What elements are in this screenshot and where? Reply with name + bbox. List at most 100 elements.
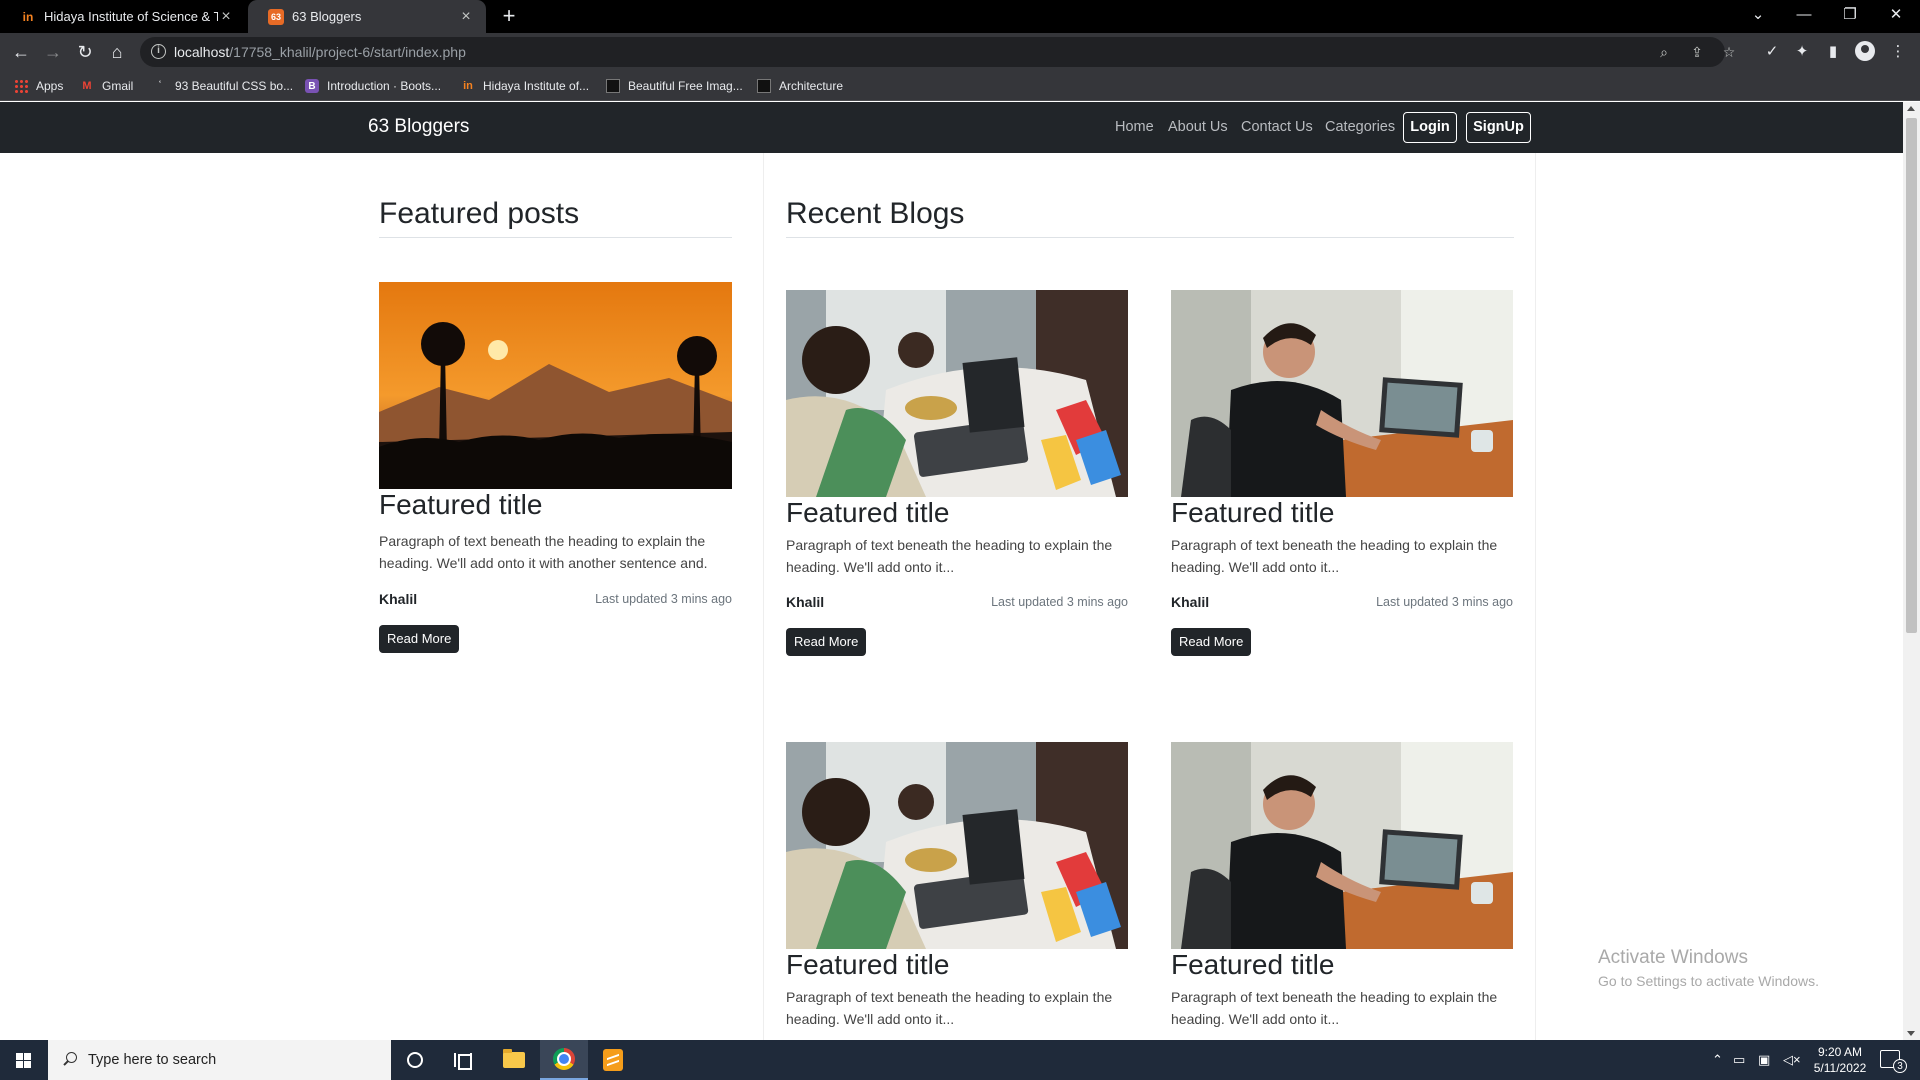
file-explorer-icon[interactable] — [490, 1040, 538, 1080]
browser-tab-strip: in Hidaya Institute of Science & Tec × 6… — [0, 0, 1920, 33]
browser-tab-hidaya[interactable]: in Hidaya Institute of Science & Tec × — [0, 0, 246, 33]
scrollbar-thumb[interactable] — [1906, 118, 1917, 633]
bookmark-hidaya[interactable]: in Hidaya Institute of... — [461, 77, 589, 95]
recent-post-author: Khalil — [1171, 594, 1210, 610]
extensions-puzzle-icon[interactable]: ✦ — [1792, 42, 1812, 62]
home-icon[interactable]: ⌂ — [105, 40, 129, 64]
forward-icon[interactable]: → — [41, 40, 65, 64]
featured-read-more-button[interactable]: Read More — [379, 625, 460, 653]
cortana-icon[interactable] — [391, 1040, 439, 1080]
nav-home[interactable]: Home — [1115, 119, 1154, 135]
display-icon[interactable]: ▣ — [1758, 1052, 1770, 1068]
recent-post-title[interactable]: Featured title — [786, 949, 949, 981]
bootstrap-icon: B — [305, 79, 319, 93]
back-icon[interactable]: ← — [9, 40, 33, 64]
recent-post-title[interactable]: Featured title — [1171, 497, 1334, 529]
site-brand[interactable]: 63 Bloggers — [368, 116, 469, 138]
bootstrap-icon: 63 — [268, 8, 284, 25]
recent-post-title[interactable]: Featured title — [1171, 949, 1334, 981]
recent-post-title[interactable]: Featured title — [786, 497, 949, 529]
tab-search-icon[interactable]: ⌄ — [1735, 0, 1781, 33]
bookmark-free-images[interactable]: Beautiful Free Imag... — [606, 77, 743, 95]
share-icon[interactable]: ⇪ — [1688, 43, 1706, 61]
site-info-icon[interactable]: i — [151, 44, 166, 59]
recent-post-updated: Last updated 3 mins ago — [1376, 595, 1513, 609]
bookmark-apps[interactable]: Apps — [14, 77, 63, 95]
man-laptop-photo — [1171, 742, 1513, 949]
man-laptop-photo — [1171, 290, 1513, 497]
search-placeholder: Type here to search — [88, 1052, 217, 1068]
close-window-button[interactable]: ✕ — [1873, 0, 1919, 33]
url-text[interactable]: localhost/17758_khalil/project-6/start/i… — [174, 44, 466, 60]
scroll-down-icon[interactable] — [1907, 1031, 1915, 1036]
column-divider — [1535, 153, 1536, 1040]
browser-tab-bloggers[interactable]: 63 63 Bloggers × — [248, 0, 486, 33]
site-navbar: 63 Bloggers Home About Us Contact Us Cat… — [0, 102, 1903, 153]
page-content: Featured posts Featured title Paragraph … — [0, 153, 1903, 1040]
recent-read-more-button[interactable]: Read More — [1171, 628, 1252, 656]
address-bar[interactable]: i localhost/17758_khalil/project-6/start… — [140, 37, 1735, 67]
column-divider — [763, 153, 764, 1040]
recent-post-text: Paragraph of text beneath the heading to… — [1171, 537, 1498, 575]
volume-muted-icon[interactable]: ◁× — [1783, 1052, 1801, 1068]
side-panel-icon[interactable]: ▮ — [1823, 42, 1843, 62]
chrome-taskbar-icon[interactable] — [540, 1040, 588, 1080]
nav-about-us[interactable]: About Us — [1168, 119, 1228, 135]
bookmark-star-icon[interactable]: ☆ — [1720, 43, 1738, 61]
task-view-icon[interactable] — [439, 1040, 487, 1080]
close-tab-icon[interactable]: × — [218, 8, 234, 26]
zoom-icon[interactable]: ⌕ — [1655, 43, 1673, 61]
recent-post-text: Paragraph of text beneath the heading to… — [1171, 989, 1498, 1027]
signup-button[interactable]: SignUp — [1466, 112, 1531, 143]
search-icon — [62, 1052, 78, 1068]
featured-post-updated: Last updated 3 mins ago — [595, 592, 732, 606]
taskbar-clock[interactable]: 9:20 AM 5/11/2022 — [1805, 1044, 1875, 1076]
hidaya-icon: in — [463, 80, 473, 92]
windows-taskbar: Type here to search ⌃ ▭ ▣ ◁× 9:20 AM 5/1… — [0, 1040, 1920, 1080]
reload-icon[interactable]: ↻ — [73, 40, 97, 64]
activate-windows-watermark: Activate Windows Go to Settings to activ… — [1598, 947, 1819, 989]
scroll-up-icon[interactable] — [1907, 106, 1915, 111]
hidaya-icon: in — [22, 9, 34, 24]
watermark-title: Activate Windows — [1598, 947, 1748, 968]
architecture-site-icon — [757, 79, 771, 93]
notification-count-badge: 3 — [1893, 1059, 1907, 1073]
nav-contact-us[interactable]: Contact Us — [1241, 119, 1313, 135]
network-icon[interactable]: ▭ — [1733, 1052, 1745, 1068]
recent-post-updated: Last updated 3 mins ago — [991, 595, 1128, 609]
profile-avatar-icon[interactable] — [1855, 41, 1875, 61]
heading-rule — [786, 237, 1514, 238]
close-tab-icon[interactable]: × — [458, 8, 474, 26]
tab-title: Hidaya Institute of Science & Tec — [44, 9, 218, 24]
sublime-text-icon[interactable] — [589, 1040, 637, 1080]
menu-kebab-icon[interactable]: ⋮ — [1888, 42, 1908, 62]
featured-post-title[interactable]: Featured title — [379, 489, 542, 521]
recent-blogs-heading: Recent Blogs — [786, 197, 965, 230]
nav-categories[interactable]: Categories — [1325, 119, 1395, 135]
tray-overflow-icon[interactable]: ⌃ — [1712, 1052, 1723, 1068]
featured-posts-heading: Featured posts — [379, 197, 580, 230]
css-site-icon: ʿ — [158, 80, 162, 92]
featured-post-text: Paragraph of text beneath the heading to… — [379, 533, 708, 571]
login-button[interactable]: Login — [1403, 112, 1457, 143]
taskbar-search-input[interactable]: Type here to search — [48, 1040, 391, 1080]
page-scrollbar[interactable] — [1903, 102, 1920, 1040]
minimize-button[interactable]: — — [1781, 0, 1827, 33]
recent-post-text: Paragraph of text beneath the heading to… — [786, 989, 1113, 1027]
bookmark-bootstrap[interactable]: B Introduction · Boots... — [305, 77, 441, 95]
windows-start-icon[interactable] — [0, 1040, 48, 1080]
gmail-icon: M — [82, 80, 92, 92]
extension-download-icon[interactable]: ✓ — [1762, 42, 1782, 62]
sunset-photo — [379, 282, 732, 489]
bookmark-css[interactable]: ʿ 93 Beautiful CSS bo... — [153, 77, 293, 95]
restore-button[interactable]: ❐ — [1827, 0, 1873, 33]
heading-rule — [379, 237, 732, 238]
new-tab-button[interactable]: + — [497, 5, 521, 29]
featured-post-author: Khalil — [379, 591, 418, 607]
image-site-icon — [606, 79, 620, 93]
bookmark-architecture[interactable]: Architecture — [757, 77, 843, 95]
bookmark-gmail[interactable]: M Gmail — [80, 77, 133, 95]
recent-read-more-button[interactable]: Read More — [786, 628, 867, 656]
clock-time: 9:20 AM — [1817, 1045, 1863, 1059]
recent-post-text: Paragraph of text beneath the heading to… — [786, 537, 1113, 575]
